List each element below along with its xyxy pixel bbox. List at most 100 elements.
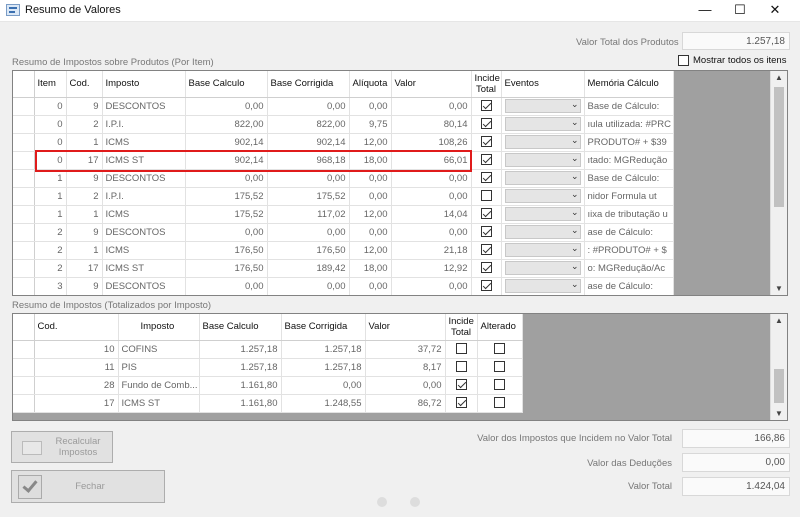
- impostos-field[interactable]: 166,86: [682, 429, 790, 448]
- alterado-checkbox-cell[interactable]: [477, 340, 523, 359]
- eventos-cell[interactable]: ⌄: [501, 205, 585, 224]
- incide-checkbox[interactable]: [455, 397, 467, 409]
- row-header[interactable]: [13, 133, 35, 152]
- alterado-checkbox[interactable]: [494, 343, 505, 355]
- alterado-checkbox[interactable]: [494, 361, 505, 373]
- table-row[interactable]: 0 2 I.P.I. 822,00 822,00 9,75 80,14 ⌄ ıula utili…: [13, 115, 674, 134]
- eventos-cell[interactable]: ⌄: [501, 241, 585, 260]
- col-corrigida[interactable]: Base Corrigida: [281, 314, 366, 341]
- incide-checkbox-cell[interactable]: [471, 187, 502, 206]
- col-memoria[interactable]: Memória Cálculo: [584, 71, 674, 98]
- eventos-dropdown[interactable]: ⌄: [504, 135, 581, 149]
- cell-memoria[interactable]: Base de Cálculo:: [584, 97, 674, 116]
- incide-checkbox[interactable]: [480, 280, 492, 292]
- row-header[interactable]: [13, 340, 35, 359]
- incide-checkbox[interactable]: [480, 154, 492, 166]
- row-header[interactable]: [13, 376, 35, 395]
- col-imposto[interactable]: Imposto: [102, 71, 186, 98]
- incide-checkbox[interactable]: [480, 136, 492, 148]
- eventos-dropdown[interactable]: ⌄: [504, 207, 581, 221]
- incide-checkbox-cell[interactable]: [471, 97, 502, 116]
- col-valor[interactable]: Valor: [365, 314, 446, 341]
- chevron-down-icon[interactable]: ⌄: [571, 153, 579, 164]
- chevron-down-icon[interactable]: ⌄: [571, 225, 579, 236]
- row-header[interactable]: [13, 151, 35, 170]
- incide-checkbox-cell[interactable]: [471, 151, 502, 170]
- cell-memoria[interactable]: : #PRODUTO# + $: [584, 241, 674, 260]
- cell-memoria[interactable]: nidor Formula ut: [584, 187, 674, 206]
- scroll-up-icon[interactable]: ▲: [771, 73, 787, 82]
- eventos-cell[interactable]: ⌄: [501, 187, 585, 206]
- col-incide[interactable]: Incide Total: [445, 314, 478, 341]
- incide-checkbox-cell[interactable]: [471, 223, 502, 242]
- table-row[interactable]: 2 9 DESCONTOS 0,00 0,00 0,00 0,00 ⌄ ase de Cálcu…: [13, 223, 674, 242]
- minimize-button[interactable]: —: [688, 0, 722, 22]
- cell-memoria[interactable]: o: MGRedução/Ac: [584, 259, 674, 278]
- row-header[interactable]: [13, 187, 35, 206]
- alterado-checkbox-cell[interactable]: [477, 376, 523, 395]
- eventos-dropdown[interactable]: ⌄: [504, 243, 581, 257]
- eventos-dropdown[interactable]: ⌄: [504, 99, 581, 113]
- col-eventos[interactable]: Eventos: [501, 71, 585, 98]
- recalcular-button[interactable]: Recalcular Impostos: [11, 431, 113, 463]
- incide-checkbox-cell[interactable]: [445, 340, 478, 359]
- table-row[interactable]: 0 1 ICMS 902,14 902,14 12,00 108,26 ⌄ PRODUTO# +…: [13, 133, 674, 152]
- alterado-checkbox-cell[interactable]: [477, 394, 523, 413]
- incide-checkbox[interactable]: [480, 208, 492, 220]
- total-produtos-field[interactable]: 1.257,18: [682, 32, 790, 50]
- row-header[interactable]: [13, 394, 35, 413]
- chevron-down-icon[interactable]: ⌄: [571, 261, 579, 272]
- cell-memoria[interactable]: ase de Cálculo:: [584, 223, 674, 242]
- alterado-checkbox[interactable]: [494, 379, 505, 391]
- chevron-down-icon[interactable]: ⌄: [571, 135, 579, 146]
- scroll-down-icon[interactable]: ▼: [771, 409, 787, 418]
- incide-checkbox-cell[interactable]: [471, 169, 502, 188]
- chevron-down-icon[interactable]: ⌄: [571, 171, 579, 182]
- total-field[interactable]: 1.424,04: [682, 477, 790, 496]
- incide-checkbox-cell[interactable]: [471, 259, 502, 278]
- cell-memoria[interactable]: Base de Cálculo:: [584, 169, 674, 188]
- table-row[interactable]: 2 1 ICMS 176,50 176,50 12,00 21,18 ⌄: #PRODUTO#…: [13, 241, 674, 260]
- eventos-cell[interactable]: ⌄: [501, 97, 585, 116]
- zoom-out-icon[interactable]: [377, 497, 387, 507]
- table-row[interactable]: 28 Fundo de Comb... 1.161,80 0,00 0,00: [13, 376, 523, 395]
- cell-memoria[interactable]: ıula utilizada: #PRC: [584, 115, 674, 134]
- col-cod[interactable]: Cod.: [66, 71, 103, 98]
- eventos-dropdown[interactable]: ⌄: [504, 171, 581, 185]
- table-row[interactable]: 0 9 DESCONTOS 0,00 0,00 0,00 0,00 ⌄ Base de Cálc…: [13, 97, 674, 116]
- incide-checkbox[interactable]: [480, 244, 492, 256]
- table-row[interactable]: 3 9 DESCONTOS 0,00 0,00 0,00 0,00 ⌄ ase de Cálcu…: [13, 277, 674, 295]
- eventos-cell[interactable]: ⌄: [501, 151, 585, 170]
- alterado-checkbox-cell[interactable]: [477, 358, 523, 377]
- alterado-checkbox[interactable]: [494, 397, 505, 409]
- scroll-down-icon[interactable]: ▼: [771, 284, 787, 293]
- eventos-cell[interactable]: ⌄: [501, 169, 585, 188]
- row-header[interactable]: [13, 205, 35, 224]
- row-header[interactable]: [13, 277, 35, 295]
- col-valor[interactable]: Valor: [391, 71, 472, 98]
- grid1-scrollbar[interactable]: ▲ ▼: [770, 71, 787, 295]
- chevron-down-icon[interactable]: ⌄: [571, 207, 579, 218]
- incide-checkbox[interactable]: [455, 343, 467, 355]
- incide-checkbox-cell[interactable]: [445, 394, 478, 413]
- col-item[interactable]: Item: [34, 71, 67, 98]
- maximize-button[interactable]: ☐: [723, 0, 757, 22]
- incide-checkbox[interactable]: [480, 118, 492, 130]
- eventos-dropdown[interactable]: ⌄: [504, 117, 581, 131]
- row-header[interactable]: [13, 115, 35, 134]
- incide-checkbox-cell[interactable]: [471, 277, 502, 295]
- cell-memoria[interactable]: ıixa de tributação u: [584, 205, 674, 224]
- eventos-dropdown[interactable]: ⌄: [504, 225, 581, 239]
- eventos-dropdown[interactable]: ⌄: [504, 189, 581, 203]
- col-imposto[interactable]: Imposto: [118, 314, 200, 341]
- col-alterado[interactable]: Alterado: [477, 314, 523, 341]
- item-taxes-grid[interactable]: Item Cod. Imposto Base Calculo Base Corr…: [12, 70, 788, 296]
- eventos-cell[interactable]: ⌄: [501, 115, 585, 134]
- eventos-dropdown[interactable]: ⌄: [504, 279, 581, 293]
- incide-checkbox[interactable]: [480, 226, 492, 238]
- incide-checkbox-cell[interactable]: [445, 358, 478, 377]
- chevron-down-icon[interactable]: ⌄: [571, 243, 579, 254]
- row-header[interactable]: [13, 358, 35, 377]
- scroll-up-icon[interactable]: ▲: [771, 316, 787, 325]
- table-row[interactable]: 17 ICMS ST 1.161,80 1.248,55 86,72: [13, 394, 523, 413]
